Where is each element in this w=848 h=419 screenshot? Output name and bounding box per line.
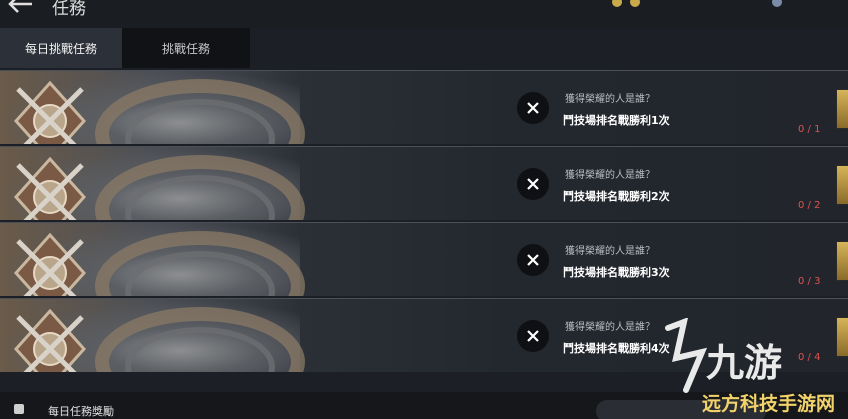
close-icon <box>527 330 539 342</box>
gold-coin-icon <box>612 0 622 7</box>
skip-task-button[interactable] <box>517 320 549 352</box>
gem-currency <box>772 0 786 8</box>
task-progress: 0 / 1 <box>798 124 821 135</box>
reward-box-icon <box>14 404 24 414</box>
close-icon <box>527 178 539 190</box>
task-row[interactable]: 獲得榮耀的人是誰？ 鬥技場排名戰勝利1次 0 / 1 <box>0 70 848 144</box>
task-progress: 0 / 3 <box>798 276 821 287</box>
task-row[interactable]: 獲得榮耀的人是誰？ 鬥技場排名戰勝利3次 0 / 3 <box>0 222 848 296</box>
jiuyou-watermark-logo: 九游 远方科技手游网 <box>665 318 835 415</box>
watermark-text: 九游 <box>706 341 782 385</box>
task-goal: 鬥技場排名戰勝利2次 <box>563 190 670 203</box>
task-tabs: 每日挑戰任務 挑戰任務 <box>0 28 250 68</box>
task-progress: 0 / 2 <box>798 200 821 211</box>
task-goal: 鬥技場排名戰勝利4次 <box>563 342 670 355</box>
task-goal: 鬥技場排名戰勝利1次 <box>563 114 670 127</box>
skip-task-button[interactable] <box>517 244 549 276</box>
crossed-swords-emblem-icon <box>13 156 87 220</box>
task-goal: 鬥技場排名戰勝利3次 <box>563 266 670 279</box>
task-row[interactable]: 獲得榮耀的人是誰？ 鬥技場排名戰勝利2次 0 / 2 <box>0 146 848 220</box>
task-question: 獲得榮耀的人是誰？ <box>565 322 655 333</box>
reward-item[interactable] <box>836 241 848 281</box>
skip-task-button[interactable] <box>517 92 549 124</box>
close-icon <box>527 102 539 114</box>
skip-task-button[interactable] <box>517 168 549 200</box>
gem-icon <box>772 0 782 7</box>
gold-currency <box>612 0 640 8</box>
tab-daily-challenge[interactable]: 每日挑戰任務 <box>0 28 122 68</box>
crossed-swords-emblem-icon <box>13 232 87 296</box>
top-bar: 任務 <box>0 0 848 28</box>
crossed-swords-emblem-icon <box>13 308 87 372</box>
close-icon <box>527 254 539 266</box>
back-arrow-icon[interactable] <box>4 0 40 16</box>
task-question: 獲得榮耀的人是誰？ <box>565 94 655 105</box>
tab-challenge[interactable]: 挑戰任務 <box>122 28 250 68</box>
task-question: 獲得榮耀的人是誰？ <box>565 246 655 257</box>
page-title: 任務 <box>52 0 86 19</box>
reward-item[interactable] <box>836 165 848 205</box>
task-question: 獲得榮耀的人是誰？ <box>565 170 655 181</box>
daily-reward-label: 每日任務獎勵 <box>48 405 114 418</box>
crossed-swords-emblem-icon <box>13 80 87 144</box>
coin-add-icon[interactable] <box>630 0 640 7</box>
reward-item[interactable] <box>836 89 848 129</box>
watermark-subtext: 远方科技手游网 <box>702 392 835 415</box>
